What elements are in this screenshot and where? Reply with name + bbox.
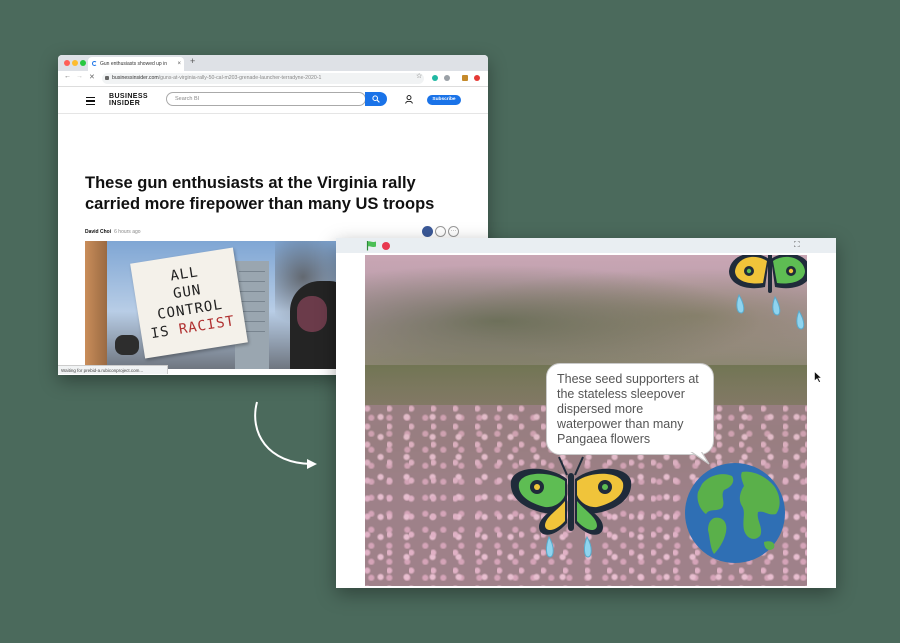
user-icon[interactable] (405, 95, 413, 104)
forward-icon[interactable]: → (76, 73, 83, 80)
address-bar-row: ← → ✕ businessinsider.com/guns-at-virgin… (58, 71, 488, 87)
sign-word: IS (149, 323, 171, 343)
url-path: /guns-at-virginia-rally-50-cal-m203-gren… (158, 75, 322, 81)
butterfly-sprite[interactable] (725, 255, 807, 349)
url-field[interactable]: businessinsider.com/guns-at-virginia-ral… (102, 73, 424, 84)
butterfly-sprite[interactable] (509, 453, 633, 563)
minimize-window-icon[interactable] (72, 60, 78, 66)
article-headline: These gun enthusiasts at the Virginia ra… (85, 174, 435, 213)
protest-sign: ALL GUN CONTROL IS RACIST (130, 247, 248, 359)
extension-icon[interactable] (474, 75, 480, 81)
site-logo[interactable]: BUSINESS INSIDER (109, 93, 148, 107)
tab-close-icon[interactable]: × (177, 57, 181, 71)
menu-icon[interactable] (86, 97, 95, 107)
subscribe-button[interactable]: Subscribe (427, 95, 461, 105)
gloved-hand (115, 335, 139, 355)
stage-toolbar: ⛶ (336, 238, 836, 253)
tab-bar: Gun enthusiasts showed up in × + (58, 55, 488, 71)
logo-line: BUSINESS (109, 93, 148, 100)
site-header: BUSINESS INSIDER Search BI Subscribe (58, 87, 488, 114)
tab-title: Gun enthusiasts showed up in (100, 61, 167, 67)
status-bar: Waiting for prebid-a.rubiconproject.com.… (58, 365, 168, 374)
building (85, 241, 107, 369)
protester-mask (297, 296, 327, 332)
close-window-icon[interactable] (64, 60, 70, 66)
maximize-window-icon[interactable] (80, 60, 86, 66)
extension-icon[interactable] (432, 75, 438, 81)
mouse-cursor-icon (814, 371, 822, 383)
lock-icon (105, 76, 109, 80)
url-domain: businessinsider.com (112, 75, 159, 81)
curved-arrow-icon (254, 401, 317, 469)
green-flag-icon[interactable] (366, 240, 377, 251)
project-window: ⛶ These seed supporters at the stateless… (336, 238, 836, 588)
email-share-icon[interactable] (435, 226, 446, 237)
extension-icon[interactable] (462, 75, 468, 81)
byline: David Choi 6 hours ago (85, 229, 141, 235)
stop-icon[interactable] (382, 242, 390, 250)
stop-loading-icon[interactable]: ✕ (89, 73, 95, 81)
search-icon (372, 95, 380, 103)
earth-sprite[interactable] (684, 462, 786, 564)
logo-line: INSIDER (109, 100, 141, 107)
new-tab-button[interactable]: + (190, 56, 195, 66)
back-icon[interactable]: ← (64, 73, 71, 80)
browser-tab[interactable]: Gun enthusiasts showed up in × (88, 57, 184, 71)
speech-bubble: These seed supporters at the stateless s… (546, 363, 714, 455)
article-photo: ALL GUN CONTROL IS RACIST (85, 241, 345, 369)
fullscreen-icon[interactable]: ⛶ (794, 240, 800, 250)
stage-canvas[interactable]: These seed supporters at the stateless s… (365, 255, 807, 586)
timestamp: 6 hours ago (114, 229, 141, 235)
protest-sign-text: ALL GUN CONTROL IS RACIST (136, 258, 242, 344)
extension-icon[interactable] (444, 75, 450, 81)
search-input[interactable]: Search BI (166, 92, 366, 106)
loading-spinner-icon (92, 61, 97, 66)
author-name[interactable]: David Choi (85, 229, 111, 235)
more-share-icon[interactable]: ··· (448, 226, 459, 237)
search-button[interactable] (365, 92, 387, 106)
bookmark-star-icon[interactable]: ☆ (416, 72, 422, 80)
facebook-share-icon[interactable] (422, 226, 433, 237)
